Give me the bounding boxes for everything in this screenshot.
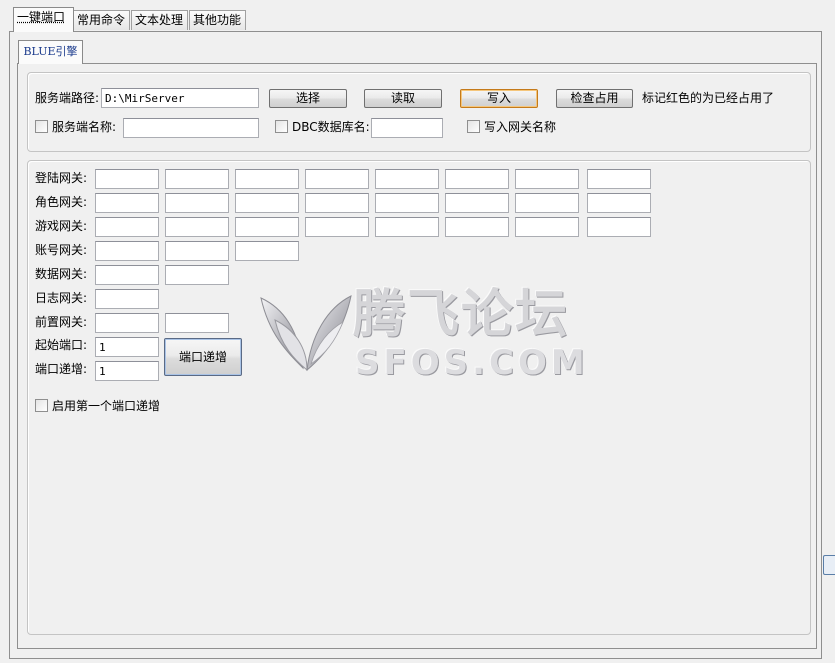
- port-step-input[interactable]: [95, 361, 159, 381]
- account-gateway-port-input[interactable]: [165, 241, 229, 261]
- log-gateway-label: 日志网关:: [35, 291, 88, 305]
- tab-label: 一键端口: [17, 10, 66, 24]
- dbc-label: DBC数据库名:: [292, 120, 370, 134]
- role-gateway-port-input[interactable]: [587, 193, 651, 213]
- tab-label: 文本处理: [135, 13, 184, 27]
- game-gateway-port-input[interactable]: [375, 217, 439, 237]
- login-gateway-label: 登陆网关:: [35, 171, 88, 185]
- enable-first-port-label: 启用第一个端口递增: [52, 399, 161, 413]
- side-expand-button[interactable]: [823, 555, 835, 575]
- login-gateway-port-input[interactable]: [587, 169, 651, 189]
- select-button[interactable]: 选择: [269, 89, 347, 108]
- game-gateway-port-input[interactable]: [587, 217, 651, 237]
- tab-other-functions[interactable]: 其他功能: [189, 10, 246, 30]
- start-port-input[interactable]: [95, 337, 159, 357]
- dbc-input[interactable]: [371, 118, 443, 138]
- tab-text-processing[interactable]: 文本处理: [131, 10, 188, 30]
- game-gateway-port-input[interactable]: [445, 217, 509, 237]
- database-gateway-label: 数据网关:: [35, 267, 88, 281]
- role-gateway-port-input[interactable]: [235, 193, 299, 213]
- server-settings-group: [27, 72, 811, 152]
- database-gateway-port-input[interactable]: [165, 265, 229, 285]
- game-gateway-port-input[interactable]: [305, 217, 369, 237]
- login-gateway-port-input[interactable]: [375, 169, 439, 189]
- port-increment-button[interactable]: 端口递增: [164, 338, 242, 376]
- tab-label: 常用命令: [77, 13, 126, 27]
- front-gateway-port-input[interactable]: [95, 313, 159, 333]
- write-gateway-checkbox[interactable]: [467, 120, 480, 133]
- server-name-checkbox[interactable]: [35, 120, 48, 133]
- port-step-label: 端口递增:: [35, 362, 88, 376]
- role-gateway-port-input[interactable]: [515, 193, 579, 213]
- front-gateway-label: 前置网关:: [35, 315, 88, 329]
- login-gateway-port-input[interactable]: [445, 169, 509, 189]
- log-gateway-port-input[interactable]: [95, 289, 159, 309]
- login-gateway-port-input[interactable]: [305, 169, 369, 189]
- game-gateway-port-input[interactable]: [515, 217, 579, 237]
- account-gateway-port-input[interactable]: [95, 241, 159, 261]
- read-button[interactable]: 读取: [364, 89, 442, 108]
- game-gateway-label: 游戏网关:: [35, 219, 88, 233]
- enable-first-port-checkbox[interactable]: [35, 399, 48, 412]
- server-path-input[interactable]: [101, 88, 259, 108]
- game-gateway-port-input[interactable]: [95, 217, 159, 237]
- login-gateway-port-input[interactable]: [95, 169, 159, 189]
- start-port-label: 起始端口:: [35, 338, 88, 352]
- role-gateway-port-input[interactable]: [375, 193, 439, 213]
- occupied-note: 标记红色的为已经占用了: [642, 91, 775, 105]
- role-gateway-port-input[interactable]: [95, 193, 159, 213]
- tab-common-commands[interactable]: 常用命令: [73, 10, 130, 30]
- login-gateway-port-input[interactable]: [515, 169, 579, 189]
- role-gateway-label: 角色网关:: [35, 195, 88, 209]
- subtab-blue-engine[interactable]: BLUE引擎: [18, 40, 83, 64]
- role-gateway-port-input[interactable]: [445, 193, 509, 213]
- front-gateway-port-input[interactable]: [165, 313, 229, 333]
- dbc-checkbox[interactable]: [275, 120, 288, 133]
- role-gateway-port-input[interactable]: [165, 193, 229, 213]
- game-gateway-port-input[interactable]: [235, 217, 299, 237]
- login-gateway-port-input[interactable]: [165, 169, 229, 189]
- server-name-input[interactable]: [123, 118, 259, 138]
- role-gateway-port-input[interactable]: [305, 193, 369, 213]
- tab-one-key-port[interactable]: 一键端口: [13, 7, 74, 32]
- main-tab-strip: 一键端口 常用命令 文本处理 其他功能: [0, 0, 835, 32]
- check-occupied-button[interactable]: 检查占用: [556, 89, 633, 108]
- server-name-label: 服务端名称:: [52, 120, 117, 134]
- write-button[interactable]: 写入: [460, 89, 538, 108]
- account-gateway-port-input[interactable]: [235, 241, 299, 261]
- account-gateway-label: 账号网关:: [35, 243, 88, 257]
- write-gateway-label: 写入网关名称: [484, 120, 557, 134]
- server-path-label: 服务端路径:: [35, 91, 100, 105]
- login-gateway-port-input[interactable]: [235, 169, 299, 189]
- tab-label: 其他功能: [193, 13, 242, 27]
- database-gateway-port-input[interactable]: [95, 265, 159, 285]
- game-gateway-port-input[interactable]: [165, 217, 229, 237]
